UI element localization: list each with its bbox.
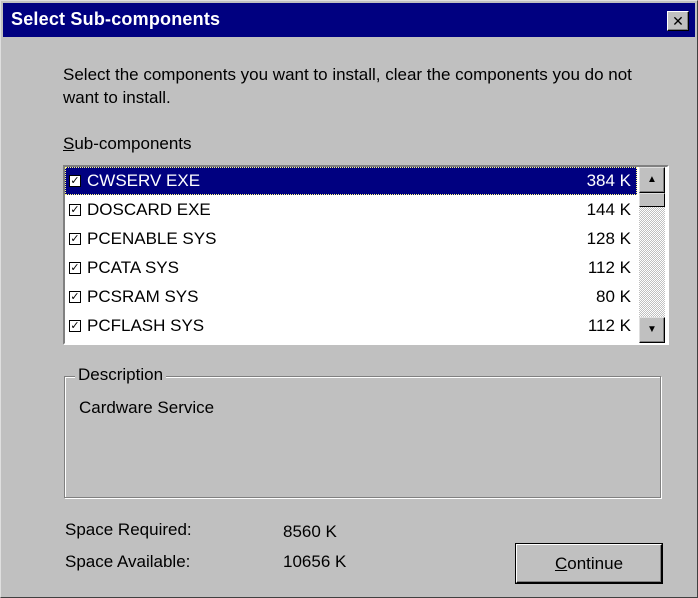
description-legend: Description <box>75 365 167 385</box>
subcomponents-label: Sub-components <box>63 134 192 154</box>
close-button[interactable]: ✕ <box>667 11 689 31</box>
list-item[interactable]: ✓ PCATA SYS 112 K <box>65 254 637 282</box>
list-item[interactable]: ✓ PCSRAM SYS 80 K <box>65 283 637 311</box>
checkbox[interactable]: ✓ <box>69 291 81 303</box>
item-size: 384 K <box>586 171 631 190</box>
continue-accesskey: C <box>554 554 568 573</box>
item-size: 80 K <box>596 287 631 306</box>
continue-label-rest: ontinue <box>567 554 624 573</box>
instruction-text: Select the components you want to instal… <box>63 65 632 107</box>
item-size: 128 K <box>586 229 631 248</box>
subcomponents-list[interactable]: ✓ CWSERV EXE 384 K ✓ DOSCARD EXE 144 K ✓… <box>63 165 669 345</box>
window-title: Select Sub-components <box>11 9 221 29</box>
list-item[interactable]: ✓ PCENABLE SYS 128 K <box>65 225 637 253</box>
item-name: PCSRAM SYS <box>87 287 199 306</box>
item-name: CWSERV EXE <box>87 171 201 190</box>
checkbox[interactable]: ✓ <box>69 175 81 187</box>
space-required-value: 8560 K <box>283 522 337 541</box>
vertical-scrollbar[interactable]: ▲ ▼ <box>639 167 665 343</box>
description-text: Cardware Service <box>79 398 215 417</box>
subcomponents-label-rest: ub-components <box>74 134 192 153</box>
item-size: 112 K <box>587 258 631 277</box>
list-rows: ✓ CWSERV EXE 384 K ✓ DOSCARD EXE 144 K ✓… <box>65 167 637 343</box>
subcomponents-label-accesskey: S <box>63 134 75 153</box>
title-bar[interactable]: Select Sub-components ✕ <box>3 3 695 37</box>
checkbox[interactable]: ✓ <box>69 320 81 332</box>
scroll-thumb[interactable] <box>639 193 665 207</box>
checkbox[interactable]: ✓ <box>69 204 81 216</box>
item-name: PCATA SYS <box>87 258 179 277</box>
item-name: PCENABLE SYS <box>87 229 217 248</box>
item-size: 144 K <box>586 200 631 219</box>
list-item[interactable]: ✓ PCFLASH SYS 112 K <box>65 312 637 340</box>
item-name: DOSCARD EXE <box>87 200 211 219</box>
item-size: 112 K <box>587 316 631 335</box>
checkbox[interactable]: ✓ <box>69 262 81 274</box>
select-subcomponents-dialog: Select Sub-components ✕ Select the compo… <box>0 0 698 598</box>
description-groupbox <box>64 376 661 498</box>
scroll-up-icon[interactable]: ▲ <box>639 167 665 193</box>
space-available-value: 10656 K <box>283 552 347 571</box>
list-item[interactable]: ✓ DOSCARD EXE 144 K <box>65 196 637 224</box>
scroll-down-icon[interactable]: ▼ <box>639 317 665 343</box>
continue-button[interactable]: Continue <box>515 543 663 584</box>
list-item[interactable]: ✓ CWSERV EXE 384 K <box>65 167 637 195</box>
space-available-label: Space Available: <box>65 552 191 571</box>
item-name: PCFLASH SYS <box>87 316 205 335</box>
checkbox[interactable]: ✓ <box>69 233 81 245</box>
space-required-label: Space Required: <box>65 520 192 539</box>
